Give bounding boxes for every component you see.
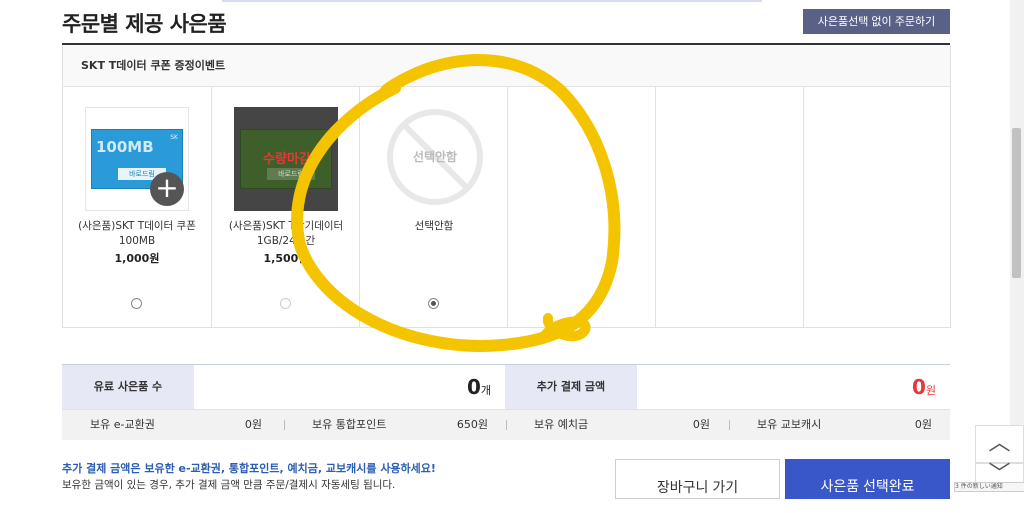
go-to-cart-button[interactable]: 장바구니 가기 xyxy=(615,459,780,499)
paid-gift-count-unit: 개 xyxy=(480,384,491,397)
payment-summary: 유료 사은품 수 0개 추가 결제 금액 0원 xyxy=(62,364,950,410)
gift-item-1gb: 바로드림 수량마감 (사은품)SKT T단기데이터 1GB/24시간 1,500… xyxy=(211,87,359,327)
gift-radio[interactable] xyxy=(131,298,142,309)
balance-points-label: 보유 통합포인트 xyxy=(312,418,387,431)
scrollbar-thumb[interactable] xyxy=(1012,128,1021,278)
balance-points-value: 650원 xyxy=(456,418,488,431)
balance-e-voucher-label: 보유 e-교환권 xyxy=(90,418,155,431)
balance-cash-value: 0원 xyxy=(914,418,932,431)
separator xyxy=(506,420,507,430)
extra-payment-value: 0 xyxy=(911,375,926,399)
extra-payment-label: 추가 결제 금액 xyxy=(505,365,637,409)
extra-payment: 0원 xyxy=(637,365,950,409)
paid-gift-count-value: 0 xyxy=(466,375,481,399)
sold-out-label: 수량마감 xyxy=(263,152,311,167)
balance-deposit-label: 보유 예치금 xyxy=(534,418,589,431)
empty-cell xyxy=(655,87,803,327)
separator xyxy=(284,420,285,430)
top-tab-strip xyxy=(222,0,762,2)
notice-highlight: 추가 결제 금액은 보유한 e-교환권, 통합포인트, 예치금, 교보캐시를 사… xyxy=(62,462,436,475)
gift-thumbnail[interactable]: 100MB SK 바로드림 + xyxy=(85,107,189,211)
gift-name: (사은품)SKT T단기데이터 1GB/24시간 xyxy=(228,220,344,247)
empty-cell xyxy=(803,87,950,327)
paid-gift-count-label: 유료 사은품 수 xyxy=(62,365,194,409)
top-border xyxy=(0,0,1024,3)
gift-price: 1,000원 xyxy=(114,252,160,265)
gift-event-section: SKT T데이터 쿠폰 증정이벤트 100MB SK 바로드림 + (사은품)S… xyxy=(62,45,951,328)
balance-deposit-value: 0원 xyxy=(692,418,710,431)
balance-e-voucher-value: 0원 xyxy=(244,418,262,431)
card-badge: 바로드림 xyxy=(267,168,315,180)
extra-payment-unit: 원 xyxy=(925,384,936,397)
gift-grid: 100MB SK 바로드림 + (사은품)SKT T데이터 쿠폰 100MB 1… xyxy=(63,87,950,327)
paid-gift-count: 0개 xyxy=(194,365,505,409)
sk-logo-icon: SK xyxy=(170,134,178,141)
plus-icon[interactable]: + xyxy=(150,172,184,206)
gift-price: 1,500원 xyxy=(263,252,309,265)
page-title: 주문별 제공 사은품 xyxy=(62,12,227,36)
balances-row: 보유 e-교환권 0원 보유 통합포인트 650원 보유 예치금 0원 보유 교… xyxy=(62,410,950,440)
gift-item-none[interactable]: 선택안함 선택안함 xyxy=(359,87,507,327)
gift-name: (사은품)SKT T데이터 쿠폰 100MB xyxy=(78,220,196,247)
separator xyxy=(729,420,730,430)
notification-tooltip: 3 件の新しい通知 xyxy=(954,482,1024,492)
balance-cash-label: 보유 교보캐시 xyxy=(757,418,822,431)
gift-radio-selected[interactable] xyxy=(428,298,439,309)
no-selection-icon-label: 선택안함 xyxy=(412,150,458,164)
card-text: 100MB xyxy=(96,138,154,156)
order-without-gift-button[interactable]: 사은품선택 없이 주문하기 xyxy=(803,9,950,34)
no-selection-icon[interactable]: 선택안함 xyxy=(387,109,483,205)
empty-cell xyxy=(507,87,655,327)
event-title: SKT T데이터 쿠폰 증정이벤트 xyxy=(63,45,950,87)
scroll-up-icon[interactable]: ︿ xyxy=(975,425,1024,463)
gift-name: 선택안함 xyxy=(414,220,454,232)
gift-item-100mb[interactable]: 100MB SK 바로드림 + (사은품)SKT T데이터 쿠폰 100MB 1… xyxy=(63,87,211,327)
gift-radio-disabled xyxy=(280,298,291,309)
gift-select-complete-button[interactable]: 사은품 선택완료 xyxy=(785,459,950,499)
gift-thumbnail: 바로드림 수량마감 xyxy=(234,107,338,211)
